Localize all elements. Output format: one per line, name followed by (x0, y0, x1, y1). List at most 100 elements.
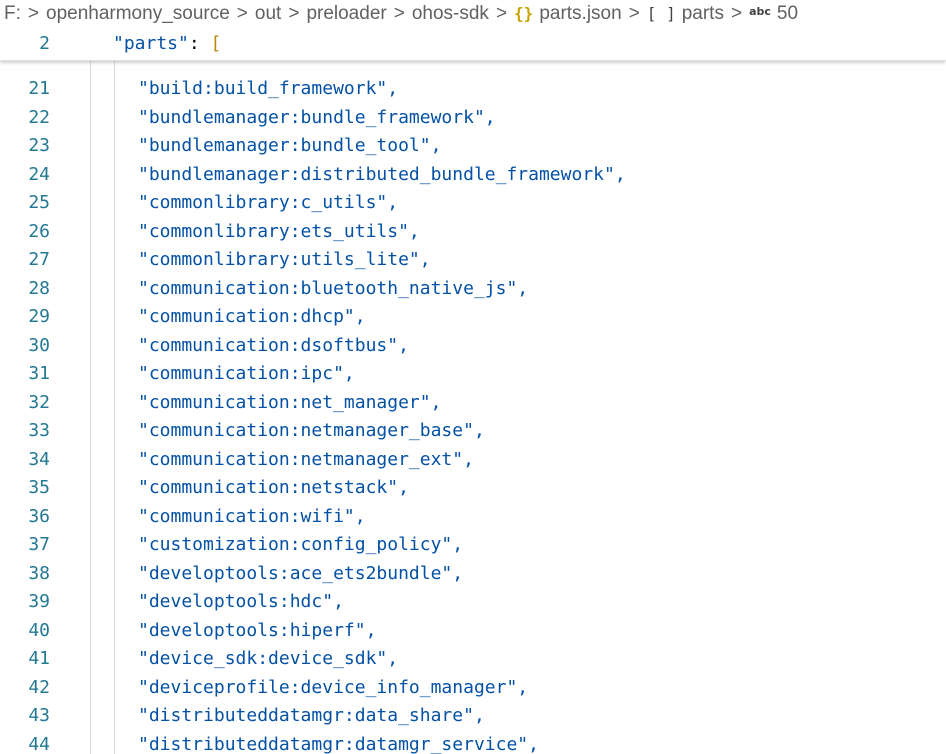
string-literal: "commonlibrary:c_utils", (138, 192, 399, 213)
line-number: 29 (28, 306, 50, 327)
line-number: 44 (28, 734, 50, 754)
code-line[interactable]: 29 "communication:dhcp", (0, 303, 946, 331)
breadcrumb-symbol-parts[interactable]: [ ] parts (647, 3, 724, 25)
string-literal: "commonlibrary:ets_utils", (138, 221, 420, 242)
line-number: 30 (28, 335, 50, 356)
string-literal: "commonlibrary:utils_lite", (138, 249, 431, 270)
line-number: 24 (28, 164, 50, 185)
code-line[interactable]: 32 "communication:net_manager", (0, 389, 946, 417)
code-line[interactable]: 36 "communication:wifi", (0, 503, 946, 531)
line-number: 32 (28, 392, 50, 413)
code-line[interactable]: 33 "communication:netmanager_base", (0, 417, 946, 445)
breadcrumb: F: > openharmony_source > out > preloade… (0, 0, 946, 28)
open-bracket: [ (210, 33, 222, 54)
code-line[interactable]: 43 "distributeddatamgr:data_share", (0, 702, 946, 730)
string-literal: "communication:bluetooth_native_js", (138, 278, 529, 299)
sticky-scroll-line[interactable]: 2 "parts": [ (0, 28, 946, 61)
code-line[interactable]: 44 "distributeddatamgr:datamgr_service", (0, 731, 946, 754)
breadcrumb-symbol-50[interactable]: abc 50 (749, 3, 798, 25)
code-line[interactable]: 26 "commonlibrary:ets_utils", (0, 218, 946, 246)
json-key: "parts" (113, 33, 189, 54)
breadcrumb-folder-out[interactable]: out (255, 3, 281, 25)
string-literal: "developtools:ace_ets2bundle", (138, 563, 464, 584)
code-line[interactable]: 38 "developtools:ace_ets2bundle", (0, 560, 946, 588)
string-literal: "communication:ipc", (138, 363, 355, 384)
code-line[interactable]: 41 "device_sdk:device_sdk", (0, 645, 946, 673)
code-line[interactable]: 37 "customization:config_policy", (0, 531, 946, 559)
breadcrumb-separator: > (628, 3, 640, 24)
string-literal: "communication:net_manager", (138, 392, 442, 413)
code-line[interactable]: 27 "commonlibrary:utils_lite", (0, 246, 946, 274)
breadcrumb-folder-openharmony-source[interactable]: openharmony_source (46, 3, 230, 25)
string-literal: "communication:dhcp", (138, 306, 366, 327)
line-number: 28 (28, 278, 50, 299)
string-literal: "bundlemanager:bundle_tool", (138, 135, 442, 156)
string-literal: "device_sdk:device_sdk", (138, 648, 399, 669)
breadcrumb-separator: > (730, 3, 743, 24)
string-literal: "developtools:hdc", (138, 591, 344, 612)
breadcrumb-drive[interactable]: F: (4, 3, 21, 25)
string-literal: "build:build_framework", (138, 78, 399, 99)
json-colon: : (188, 33, 211, 54)
line-number: 27 (28, 249, 50, 270)
breadcrumb-file-parts-json[interactable]: {} parts.json (514, 3, 622, 25)
breadcrumb-folder-ohos-sdk[interactable]: ohos-sdk (412, 3, 489, 25)
code-line[interactable]: 22 "bundlemanager:bundle_framework", (0, 104, 946, 132)
string-literal: "communication:netstack", (138, 477, 409, 498)
array-brackets-icon: [ ] (646, 4, 676, 23)
breadcrumb-file-label: parts.json (539, 3, 622, 24)
line-number: 31 (28, 363, 50, 384)
line-number: 40 (28, 620, 50, 641)
code-line[interactable]: 39 "developtools:hdc", (0, 588, 946, 616)
string-literal: "distributeddatamgr:data_share", (138, 705, 485, 726)
string-literal: "communication:dsoftbus", (138, 335, 409, 356)
line-number: 39 (28, 591, 50, 612)
string-literal: "bundlemanager:bundle_framework", (138, 107, 496, 128)
line-number: 22 (28, 107, 50, 128)
line-number: 26 (28, 221, 50, 242)
line-number: 38 (28, 563, 50, 584)
breadcrumb-separator: > (236, 3, 248, 24)
breadcrumb-symbol-label: parts (681, 3, 724, 24)
breadcrumb-folder-preloader[interactable]: preloader (306, 3, 386, 25)
line-number: 33 (28, 420, 50, 441)
string-literal: "developtools:hiperf", (138, 620, 377, 641)
string-literal: "communication:netmanager_base", (138, 420, 485, 441)
breadcrumb-separator: > (27, 3, 39, 24)
code-line[interactable]: 24 "bundlemanager:distributed_bundle_fram… (0, 161, 946, 189)
line-number: 37 (28, 534, 50, 555)
line-number: 41 (28, 648, 50, 669)
code-line[interactable]: 40 "developtools:hiperf", (0, 617, 946, 645)
breadcrumb-separator: > (495, 3, 508, 24)
string-literal: "deviceprofile:device_info_manager", (138, 677, 529, 698)
string-literal: "customization:config_policy", (138, 534, 464, 555)
string-literal: "distributeddatamgr:datamgr_service", (138, 734, 539, 754)
code-line[interactable]: 28 "communication:bluetooth_native_js", (0, 275, 946, 303)
code-line[interactable]: 21 "build:build_framework", (0, 75, 946, 103)
code-line[interactable]: 35 "communication:netstack", (0, 474, 946, 502)
string-literal: "bundlemanager:distributed_bundle_framew… (138, 164, 626, 185)
breadcrumb-separator: > (288, 3, 300, 24)
line-number: 34 (28, 449, 50, 470)
line-number: 42 (28, 677, 50, 698)
json-braces-icon: {} (514, 4, 534, 23)
line-number: 23 (28, 135, 50, 156)
breadcrumb-separator: > (393, 3, 405, 24)
line-number: 25 (28, 192, 50, 213)
code-line[interactable]: 25 "commonlibrary:c_utils", (0, 189, 946, 217)
line-number: 2 (39, 33, 50, 54)
indent-guide (90, 60, 91, 754)
indent-guide (114, 60, 115, 754)
breadcrumb-symbol-label: 50 (776, 3, 799, 24)
code-line[interactable]: 23 "bundlemanager:bundle_tool", (0, 132, 946, 160)
string-literal: "communication:wifi", (138, 506, 366, 527)
sticky-code: "parts": [ (113, 30, 221, 58)
line-number: 43 (28, 705, 50, 726)
code-line[interactable]: 34 "communication:netmanager_ext", (0, 446, 946, 474)
line-number: 21 (28, 78, 50, 99)
code-editor[interactable]: 2 "parts": [ 20"arkui:napi",21"build:bui… (0, 28, 946, 754)
code-line[interactable]: 31 "communication:ipc", (0, 360, 946, 388)
code-line[interactable]: 30 "communication:dsoftbus", (0, 332, 946, 360)
string-abc-icon: abc (749, 5, 771, 18)
code-line[interactable]: 42 "deviceprofile:device_info_manager", (0, 674, 946, 702)
